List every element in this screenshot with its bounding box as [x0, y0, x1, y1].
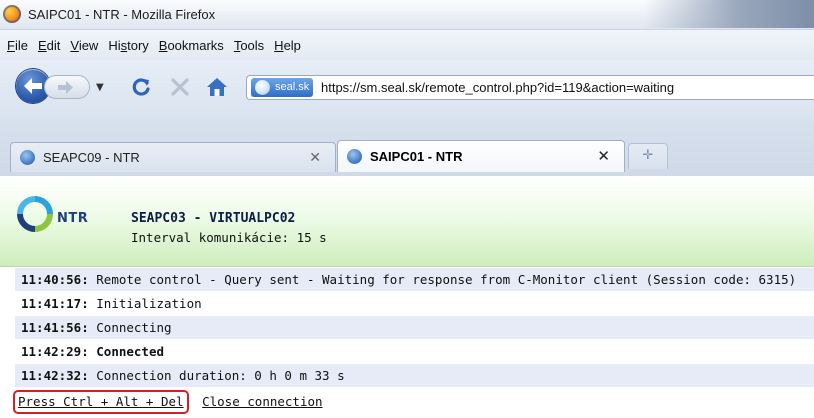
menu-view[interactable]: View [70, 30, 98, 53]
page-header: NTR SEAPC03 - VIRTUALPC02 Interval komun… [0, 176, 814, 267]
history-dropdown-icon[interactable]: ▼ [96, 82, 104, 93]
menu-tools[interactable]: Tools [234, 30, 264, 53]
log-row: 11:41:56: Connecting [15, 316, 814, 339]
page-title: SEAPC03 - VIRTUALPC02 [131, 211, 296, 226]
menu-edit[interactable]: Edit [38, 30, 60, 53]
window-title: SAIPC01 - NTR - Mozilla Firefox [28, 7, 216, 22]
log-message: Connected [96, 344, 164, 359]
tab-saipc01[interactable]: SAIPC01 - NTR ✕ [337, 140, 625, 172]
menu-file[interactable]: File [7, 30, 28, 53]
window-controls-area [644, 0, 814, 28]
tab-favicon-icon [20, 150, 35, 165]
forward-button[interactable] [44, 75, 90, 99]
reload-icon[interactable] [130, 76, 152, 98]
menu-bar: File Edit View History Bookmarks Tools Help [0, 30, 814, 60]
tab-strip: SEAPC09 - NTR ✕ SAIPC01 - NTR ✕ ✛ [0, 120, 814, 176]
site-identity-label: seal.sk [275, 81, 310, 93]
log-message: Connecting [96, 320, 172, 335]
log-message: Remote control - Query sent - Waiting fo… [96, 272, 797, 287]
tab-seapc09[interactable]: SEAPC09 - NTR ✕ [10, 142, 336, 172]
tab-label: SAIPC01 - NTR [370, 149, 463, 164]
menu-bookmarks[interactable]: Bookmarks [159, 30, 224, 53]
back-arrow-icon [24, 78, 42, 94]
log-row: 11:42:32: Connection duration: 0 h 0 m 3… [15, 364, 814, 387]
menu-help[interactable]: Help [274, 30, 301, 53]
log-row: 11:41:17: Initialization [15, 292, 814, 315]
log-message: Connection duration: 0 h 0 m 33 s [96, 368, 345, 383]
log-timestamp: 11:41:17: [21, 296, 89, 311]
close-icon[interactable]: ✕ [597, 147, 610, 165]
site-globe-icon [255, 80, 270, 95]
interval-text: Interval komunikácie: 15 s [131, 230, 327, 245]
site-identity-button[interactable]: seal.sk [251, 78, 313, 97]
plus-icon: ✛ [642, 148, 654, 163]
press-ctrl-alt-del-link[interactable]: Press Ctrl + Alt + Del [18, 394, 184, 409]
firefox-logo-icon [3, 5, 21, 23]
tab-label: SEAPC09 - NTR [43, 150, 140, 165]
close-icon[interactable]: ✕ [309, 149, 321, 166]
ntr-logo-icon [17, 196, 53, 232]
ctrl-alt-del-highlight: Press Ctrl + Alt + Del [13, 390, 189, 414]
log-timestamp: 11:42:29: [21, 344, 89, 359]
menu-history[interactable]: History [108, 30, 148, 53]
log-row: 11:40:56: Remote control - Query sent - … [15, 268, 814, 291]
log-timestamp: 11:41:56: [21, 320, 89, 335]
log-row: 11:42:29: Connected [15, 340, 814, 363]
log-timestamp: 11:42:32: [21, 368, 89, 383]
forward-arrow-icon [58, 81, 73, 94]
url-text[interactable]: https://sm.seal.sk/remote_control.php?id… [321, 80, 674, 95]
log-message: Initialization [96, 296, 202, 311]
url-bar[interactable]: seal.sk https://sm.seal.sk/remote_contro… [246, 75, 814, 100]
log-timestamp: 11:40:56: [21, 272, 89, 287]
window-titlebar: SAIPC01 - NTR - Mozilla Firefox [0, 0, 814, 30]
connection-log: 11:40:56: Remote control - Query sent - … [15, 268, 814, 388]
ntr-logo-text: NTR [57, 211, 89, 226]
navigation-toolbar: ▼ seal.sk https://sm.seal.sk/remote_cont… [0, 60, 814, 120]
close-connection-link[interactable]: Close connection [202, 394, 322, 409]
stop-icon[interactable] [170, 77, 190, 97]
action-links: Press Ctrl + Alt + Del Close connection [13, 389, 323, 415]
home-icon[interactable] [206, 77, 228, 97]
new-tab-button[interactable]: ✛ [628, 143, 668, 169]
tab-favicon-icon [347, 149, 362, 164]
